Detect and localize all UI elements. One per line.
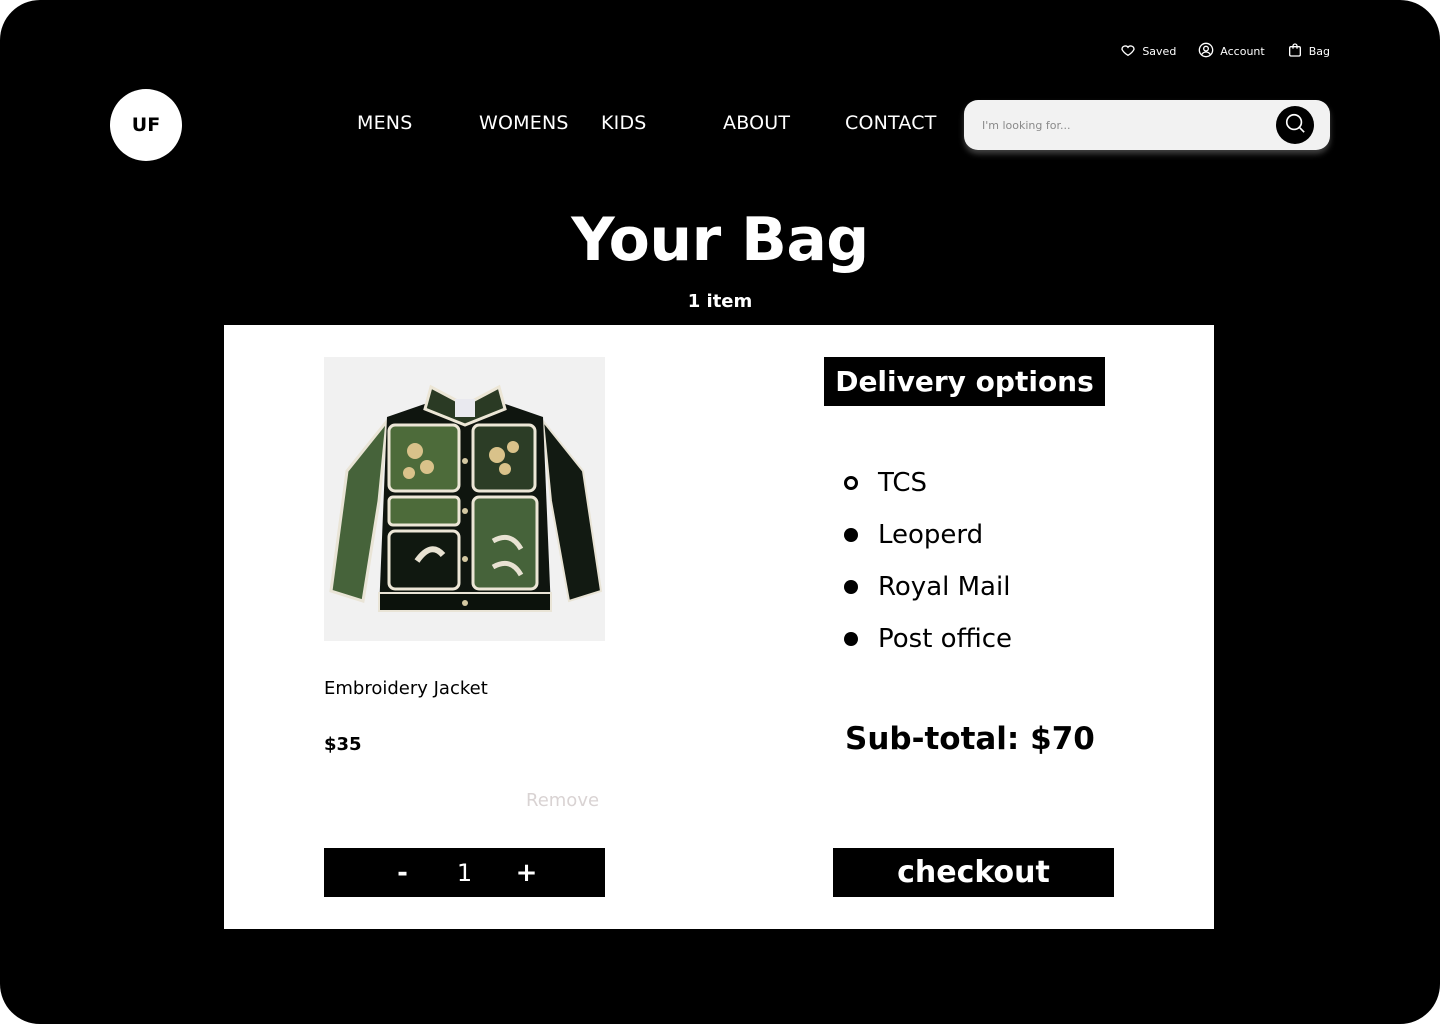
saved-link[interactable]: Saved [1120, 42, 1176, 61]
jacket-illustration [328, 384, 602, 612]
bag-card: Embroidery Jacket $35 Remove - 1 + Deliv… [224, 325, 1214, 929]
page-title: Your Bag [571, 205, 869, 275]
bag-label: Bag [1308, 45, 1330, 58]
delivery-option-tcs[interactable]: TCS [844, 457, 1012, 509]
search-input[interactable] [980, 117, 1264, 133]
product-price: $35 [324, 734, 362, 755]
radio-icon[interactable] [844, 528, 858, 542]
account-link[interactable]: Account [1198, 42, 1265, 61]
heart-icon [1120, 42, 1136, 61]
delivery-option-label: TCS [878, 468, 928, 498]
saved-label: Saved [1142, 45, 1177, 58]
delivery-option-post-office[interactable]: Post office [844, 613, 1012, 665]
search-icon [1284, 112, 1306, 138]
utility-bar: Saved Account Bag [1120, 42, 1330, 61]
delivery-option-label: Royal Mail [878, 572, 1011, 602]
bag-link[interactable]: Bag [1287, 42, 1330, 61]
delivery-heading: Delivery options [824, 357, 1105, 406]
product-name[interactable]: Embroidery Jacket [324, 678, 488, 699]
quantity-value: 1 [456, 858, 473, 887]
quantity-stepper: - 1 + [324, 848, 605, 897]
account-label: Account [1220, 45, 1265, 58]
nav-about[interactable]: ABOUT [723, 112, 790, 134]
bag-icon [1287, 42, 1303, 61]
user-icon [1198, 42, 1214, 61]
remove-button[interactable]: Remove [526, 790, 599, 811]
product-image[interactable] [324, 357, 605, 641]
nav-kids[interactable]: KIDS [601, 112, 647, 134]
search-button[interactable] [1276, 106, 1314, 144]
increase-button[interactable]: + [495, 858, 559, 888]
nav-womens[interactable]: WOMENS [479, 112, 569, 134]
delivery-options: TCS Leoperd Royal Mail Post office [844, 457, 1012, 665]
decrease-button[interactable]: - [371, 858, 435, 888]
radio-icon[interactable] [844, 580, 858, 594]
delivery-option-leoperd[interactable]: Leoperd [844, 509, 1012, 561]
app-frame: Saved Account Bag UF MENS WOMENS KIDS AB… [0, 0, 1440, 1024]
search-bar [964, 100, 1330, 150]
radio-icon[interactable] [844, 632, 858, 646]
delivery-option-label: Leoperd [878, 520, 984, 550]
logo[interactable]: UF [110, 89, 182, 161]
nav-mens[interactable]: MENS [357, 112, 412, 134]
radio-icon[interactable] [844, 476, 858, 490]
nav-contact[interactable]: CONTACT [845, 112, 937, 134]
checkout-button[interactable]: checkout [833, 848, 1114, 897]
item-count: 1 item [687, 291, 753, 312]
delivery-option-royal-mail[interactable]: Royal Mail [844, 561, 1012, 613]
subtotal: Sub-total: $70 [845, 721, 1095, 757]
delivery-option-label: Post office [878, 624, 1012, 654]
